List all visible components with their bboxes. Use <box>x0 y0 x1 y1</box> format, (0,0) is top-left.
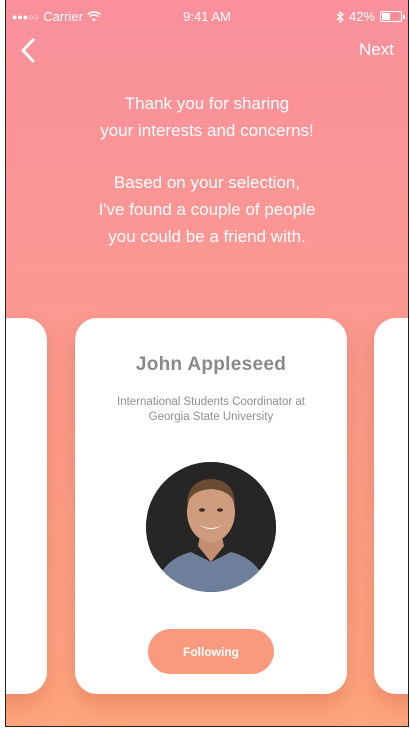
avatar <box>146 462 276 592</box>
status-right: 42% <box>336 9 405 24</box>
chevron-left-icon <box>21 38 35 63</box>
intro-message: Thank you for sharing your interests and… <box>6 90 408 250</box>
battery-icon <box>380 11 405 22</box>
role-line: International Students Coordinator at <box>117 396 305 408</box>
following-button[interactable]: Following <box>148 629 274 674</box>
message-line: Thank you for sharing <box>124 94 290 113</box>
message-line: your interests and concerns! <box>100 121 314 140</box>
message-line: I've found a couple of people <box>98 200 316 219</box>
next-button[interactable]: Next <box>359 40 394 60</box>
battery-level <box>382 13 391 20</box>
back-button[interactable] <box>16 36 42 66</box>
avatar-photo <box>146 462 276 592</box>
status-bar: ●●●○○ Carrier 9:41 AM 42% <box>6 0 408 34</box>
message-line: Based on your selection, <box>113 173 301 192</box>
person-role: International Students Coordinator at Ge… <box>85 395 337 425</box>
previous-person-card[interactable] <box>6 318 47 694</box>
bluetooth-icon <box>336 10 344 23</box>
battery-percent: 42% <box>348 9 375 24</box>
app-screen: ●●●○○ Carrier 9:41 AM 42% Next Thank you… <box>5 0 409 727</box>
next-person-card[interactable] <box>374 318 408 694</box>
person-name: John Appleseed <box>135 354 287 375</box>
person-card[interactable]: John Appleseed International Students Co… <box>75 318 347 694</box>
message-line: you could be a friend with. <box>108 227 306 246</box>
role-line: Georgia State University <box>148 411 274 423</box>
